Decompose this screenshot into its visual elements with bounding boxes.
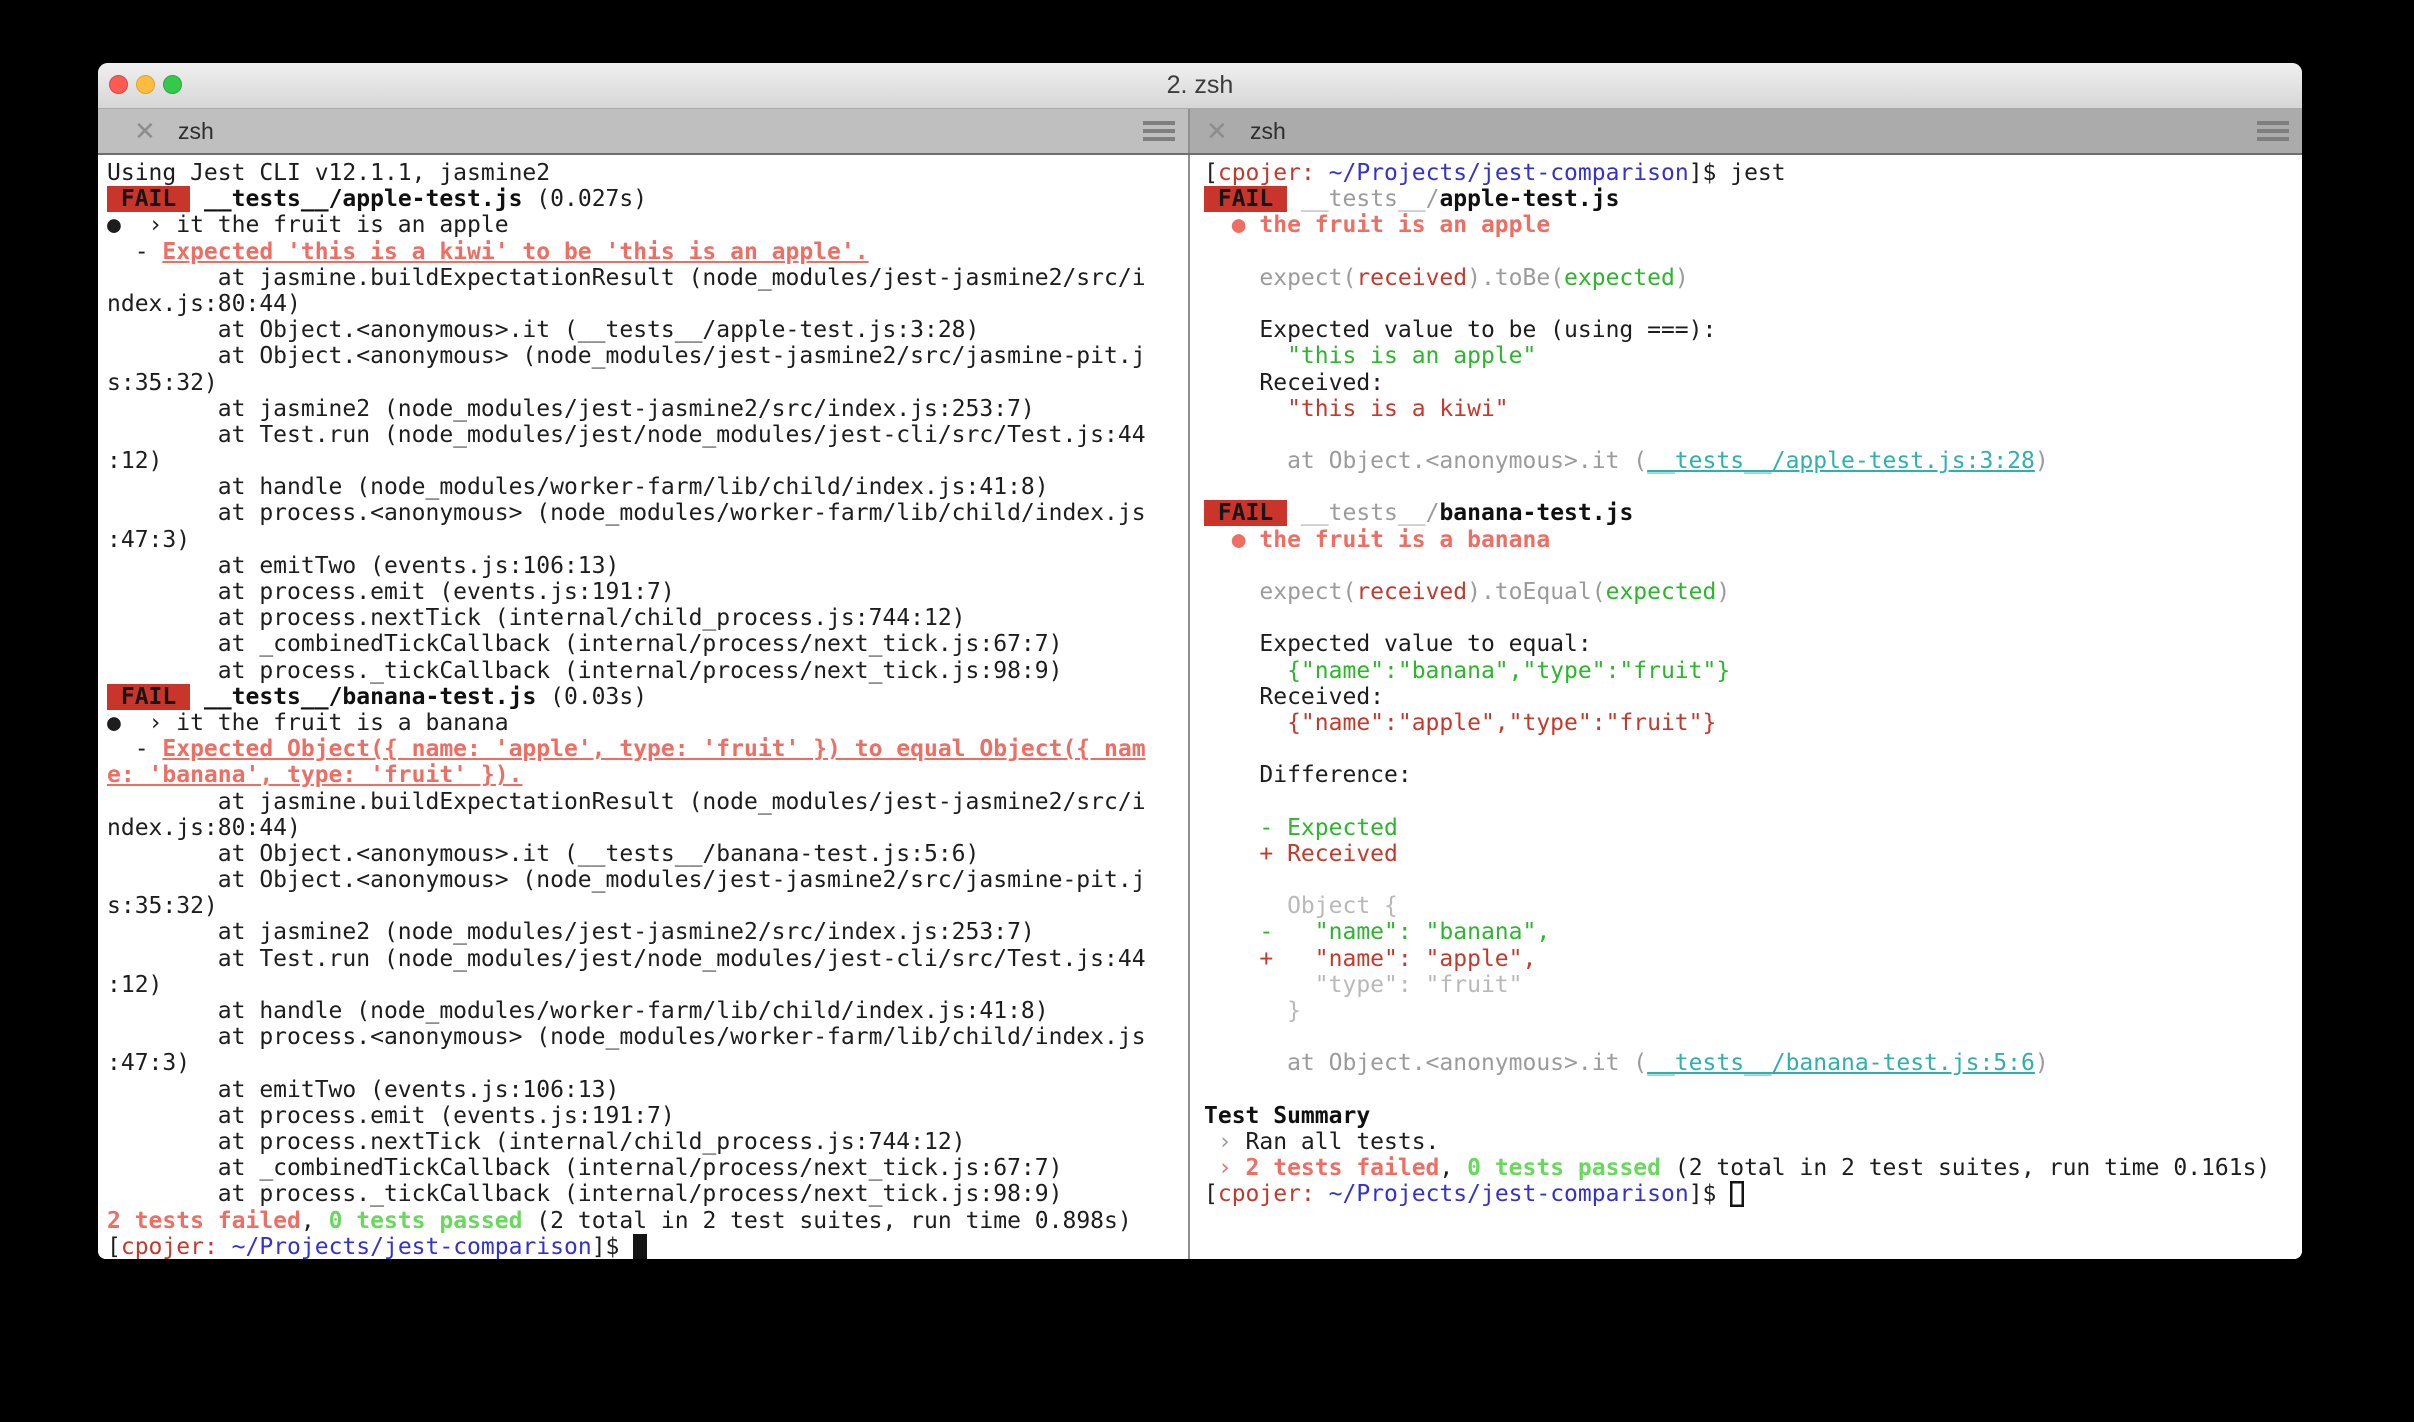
terminal-line: at jasmine2 (node_modules/jest-jasmine2/… [107,919,1035,946]
terminal-line: s:35:32) [107,893,218,920]
terminal-line: - Expected 'this is a kiwi' to be 'this … [107,238,869,265]
terminal-line: at Object.<anonymous>.it (__tests__/appl… [107,317,980,344]
terminal-line: [cpojer: ~/Projects/jest-comparison]$ [107,1233,1188,1259]
terminal-line: › 2 tests failed, 0 tests passed (2 tota… [1204,1155,2271,1182]
terminal-line: "type": "fruit" [1204,971,1523,998]
terminal-line: FAIL __tests__/banana-test.js (0.03s) [107,683,648,710]
terminal-line: at process.nextTick (internal/child_proc… [107,605,966,632]
terminal-window: 2. zsh ✕ zsh ✕ zsh Using Jest CLI v12.1.… [98,63,2302,1259]
terminal-line: at emitTwo (events.js:106:13) [107,552,620,579]
terminal-line: ● › it the fruit is an apple [107,212,509,239]
tab-label: zsh [178,117,214,144]
terminal-content: Using Jest CLI v12.1.1, jasmine2 FAIL __… [98,155,2302,1259]
terminal-line: Expected value to equal: [1204,631,1592,658]
terminal-line: expect(received).toBe(expected) [1204,264,1689,291]
terminal-line: "this is an apple" [1204,343,1537,370]
close-tab-icon[interactable]: ✕ [134,109,164,153]
menu-icon[interactable] [2257,117,2289,145]
terminal-line: at _combinedTickCallback (internal/proce… [107,631,1063,658]
terminal-line: [cpojer: ~/Projects/jest-comparison]$ [1204,1181,2302,1207]
terminal-line: Using Jest CLI v12.1.1, jasmine2 [107,160,551,186]
terminal-line: at _combinedTickCallback (internal/proce… [107,1155,1063,1182]
terminal-line: ● › it the fruit is a banana [107,709,509,736]
title-bar[interactable]: 2. zsh [98,63,2302,109]
terminal-pane-left[interactable]: Using Jest CLI v12.1.1, jasmine2 FAIL __… [98,155,1190,1259]
terminal-pane-right[interactable]: [cpojer: ~/Projects/jest-comparison]$ je… [1190,155,2302,1259]
terminal-line: at Test.run (node_modules/jest/node_modu… [107,421,1146,448]
terminal-line: - Expected Object({ name: 'apple', type:… [107,736,1146,763]
terminal-line: expect(received).toEqual(expected) [1204,579,1731,605]
terminal-line: - Expected [1204,814,1398,841]
terminal-line: Object { [1204,893,1398,920]
cursor-block [633,1233,648,1259]
terminal-line: } [1204,998,1301,1024]
terminal-line: at jasmine.buildExpectationResult (node_… [107,264,1146,291]
terminal-line: :12) [107,971,163,998]
terminal-line: at Object.<anonymous>.it (__tests__/bana… [1204,1050,2049,1077]
menu-icon[interactable] [1143,117,1175,145]
terminal-line: at process._tickCallback (internal/proce… [107,657,1063,684]
terminal-line: at process.<anonymous> (node_modules/wor… [107,1024,1146,1051]
tab-zsh-left[interactable]: ✕ zsh [98,109,1190,153]
terminal-line: at Object.<anonymous>.it (__tests__/appl… [1204,448,2049,475]
tab-zsh-right[interactable]: ✕ zsh [1190,109,2302,153]
terminal-line: at Object.<anonymous>.it (__tests__/bana… [107,840,980,867]
terminal-line: ● the fruit is an apple [1204,212,1551,239]
terminal-line: - "name": "banana", [1204,919,1551,946]
terminal-line: at Object.<anonymous> (node_modules/jest… [107,343,1146,370]
terminal-line: Expected value to be (using ===): [1204,317,1717,344]
terminal-line: e: 'banana', type: 'fruit' }). [107,762,523,789]
terminal-line: at handle (node_modules/worker-farm/lib/… [107,998,1049,1024]
terminal-line: at emitTwo (events.js:106:13) [107,1076,620,1103]
terminal-line: at process.emit (events.js:191:7) [107,579,675,605]
terminal-line: 2 tests failed, 0 tests passed (2 total … [107,1207,1132,1234]
terminal-line: at Test.run (node_modules/jest/node_modu… [107,945,1146,972]
terminal-line: + Received [1204,840,1398,867]
terminal-line: at process.<anonymous> (node_modules/wor… [107,500,1146,527]
terminal-line: {"name":"banana","type":"fruit"} [1204,657,1731,684]
terminal-line: ● the fruit is a banana [1204,526,1551,553]
terminal-line: :12) [107,448,163,475]
terminal-line: [cpojer: ~/Projects/jest-comparison]$ je… [1204,160,1786,186]
terminal-line: at process.emit (events.js:191:7) [107,1102,675,1129]
tab-label: zsh [1250,117,1286,144]
window-title: 2. zsh [1166,71,1234,99]
terminal-line: ndex.js:80:44) [107,290,301,317]
terminal-line: "this is a kiwi" [1204,395,1509,422]
terminal-line: Received: [1204,683,1385,710]
tab-bar: ✕ zsh ✕ zsh [98,109,2302,155]
terminal-line: s:35:32) [107,369,218,396]
terminal-line: at jasmine.buildExpectationResult (node_… [107,788,1146,815]
terminal-line: FAIL __tests__/banana-test.js [1204,500,1634,527]
terminal-line: at process._tickCallback (internal/proce… [107,1181,1063,1208]
cursor-hollow [1730,1181,1744,1207]
terminal-line: at Object.<anonymous> (node_modules/jest… [107,867,1146,894]
terminal-line: + "name": "apple", [1204,945,1537,972]
terminal-line: › Ran all tests. [1204,1128,1440,1155]
terminal-line: at handle (node_modules/worker-farm/lib/… [107,474,1049,501]
terminal-line: Test Summary [1204,1102,1371,1129]
terminal-line: Received: [1204,369,1385,396]
terminal-line: :47:3) [107,1050,191,1077]
terminal-line: :47:3) [107,526,191,553]
terminal-line: ndex.js:80:44) [107,814,301,841]
close-tab-icon[interactable]: ✕ [1206,109,1236,153]
terminal-line: FAIL __tests__/apple-test.js (0.027s) [107,186,648,213]
terminal-line: FAIL __tests__/apple-test.js [1204,186,1620,213]
terminal-line: at process.nextTick (internal/child_proc… [107,1128,966,1155]
terminal-line: {"name":"apple","type":"fruit"} [1204,709,1717,736]
terminal-line: at jasmine2 (node_modules/jest-jasmine2/… [107,395,1035,422]
terminal-line: Difference: [1204,762,1412,789]
